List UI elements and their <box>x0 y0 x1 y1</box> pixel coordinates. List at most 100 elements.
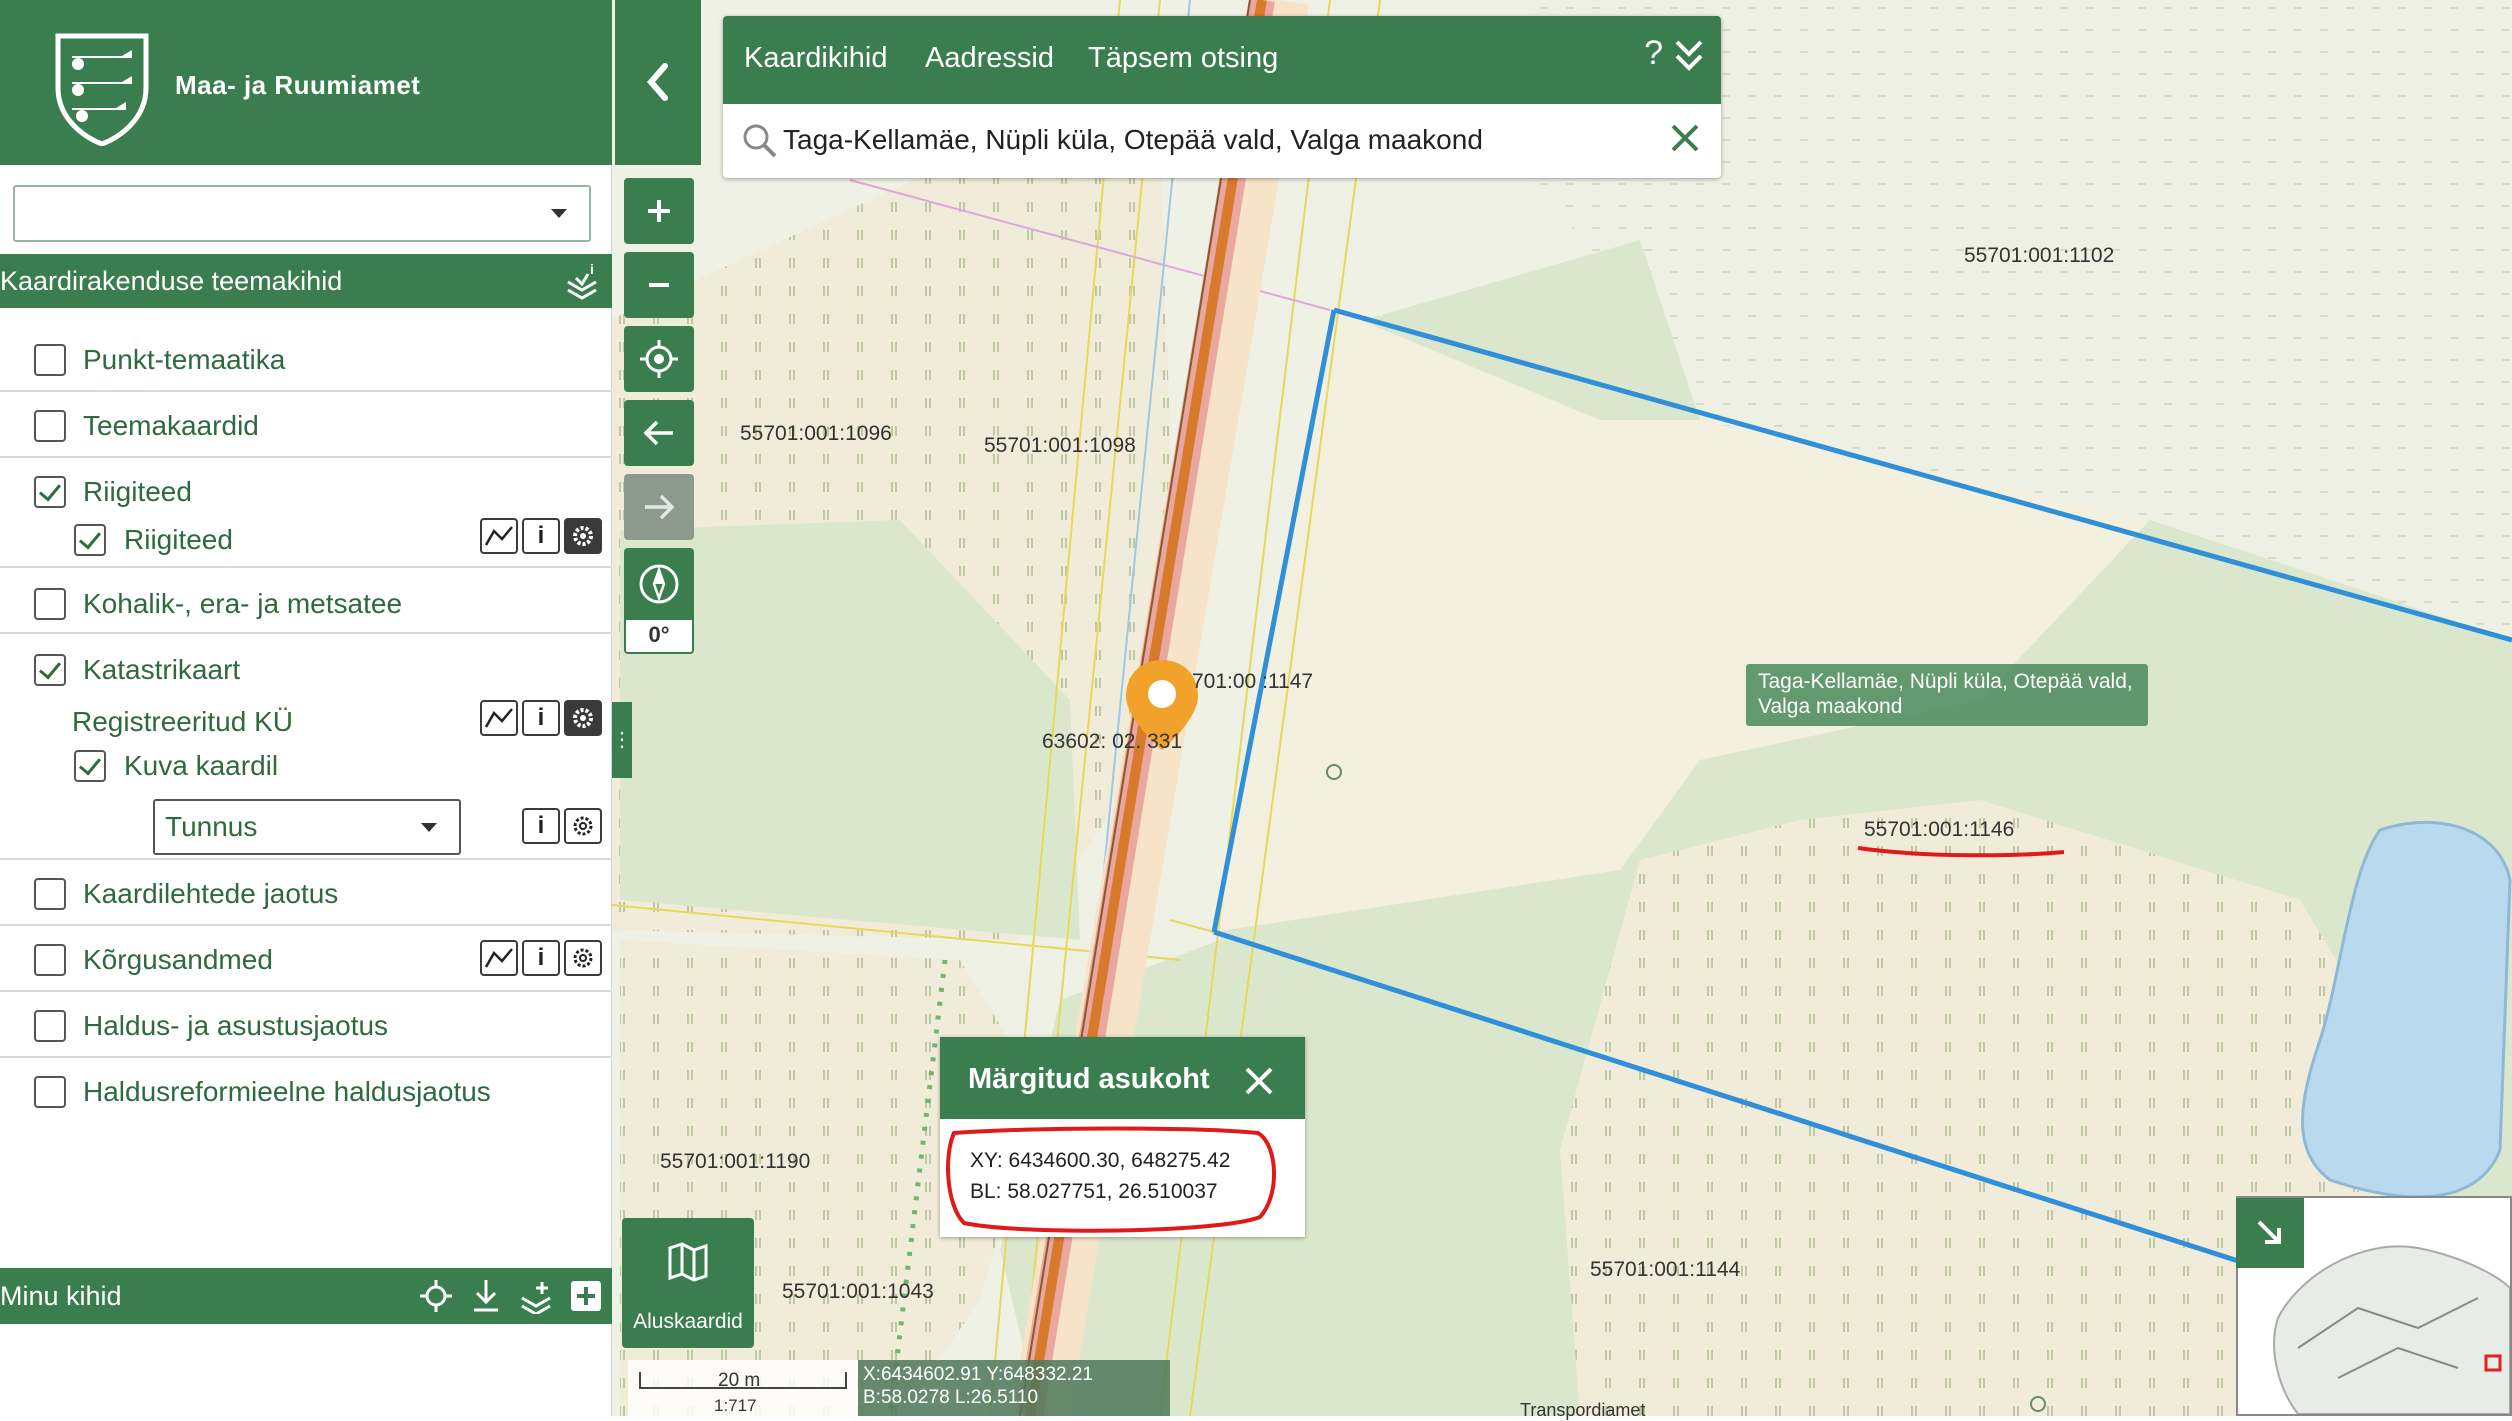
layer-row-kaardilehtede[interactable]: Kaardilehtede jaotus <box>0 860 612 926</box>
info-icon[interactable]: i <box>522 940 560 976</box>
layer-checkbox[interactable] <box>34 654 66 686</box>
parcel-label: 55701:001:1098 <box>984 434 1136 457</box>
rotation-readout: 0° <box>624 620 694 654</box>
layer-checkbox[interactable] <box>34 410 66 442</box>
info-icon[interactable]: i <box>522 808 560 844</box>
layer-row-riigiteed[interactable]: Riigiteed Riigiteed i <box>0 458 612 568</box>
layer-label: Punkt-temaatika <box>83 344 286 375</box>
theme-layers-header[interactable]: Kaardirakenduse teemakihid i <box>0 254 612 308</box>
parcel-label: 55701:001:1043 <box>782 1280 934 1303</box>
my-layers-header[interactable]: Minu kihid <box>0 1268 612 1324</box>
parcel-label: 55701:001:1190 <box>660 1150 811 1173</box>
label-attribute-select[interactable]: Tunnus <box>153 799 461 855</box>
locate-icon[interactable] <box>414 1274 458 1318</box>
add-icon[interactable] <box>564 1274 608 1318</box>
layer-checkbox[interactable] <box>34 344 66 376</box>
double-chevron-down-icon[interactable] <box>1671 36 1707 76</box>
layer-checkbox[interactable] <box>34 878 66 910</box>
gear-icon[interactable] <box>564 700 602 736</box>
info-icon[interactable]: i <box>522 700 560 736</box>
previous-view-button[interactable] <box>624 400 694 466</box>
scale-ratio: 1:717 <box>714 1396 757 1415</box>
parcel-label: 55701:001:1146 <box>1864 818 2015 841</box>
chevron-down-icon <box>421 823 437 832</box>
collapse-panel-button[interactable] <box>615 0 701 165</box>
layer-row-teemakaardid[interactable]: Teemakaardid <box>0 392 612 458</box>
layer-checkbox[interactable] <box>34 1076 66 1108</box>
panel-resize-handle[interactable]: ⋮ <box>612 702 632 778</box>
cursor-coordinates: X:6434602.91 Y:648332.21 B:58.0278 L:26.… <box>858 1360 1170 1416</box>
sublayer-checkbox[interactable] <box>74 750 106 782</box>
scale-distance: 20 m <box>718 1370 761 1391</box>
layer-label: Kaardilehtede jaotus <box>83 878 339 909</box>
locate-button[interactable] <box>624 326 694 392</box>
layer-checkbox[interactable] <box>34 944 66 976</box>
layer-row-punkt-temaatika[interactable]: Punkt-temaatika <box>0 326 612 392</box>
layer-checkbox[interactable] <box>34 588 66 620</box>
layer-row-kohalik[interactable]: Kohalik-, era- ja metsatee <box>0 568 612 634</box>
sublayer-label: Riigiteed <box>124 524 233 555</box>
back-icon <box>643 420 673 446</box>
sublayer-label: Registreeritud KÜ <box>72 706 293 737</box>
scale-bar: 20 m 1:717 <box>628 1360 858 1416</box>
gear-icon[interactable] <box>564 808 602 844</box>
sublayer-checkbox[interactable] <box>74 524 106 556</box>
theme-layers-title: Kaardirakenduse teemakihid <box>0 266 343 296</box>
add-layer-icon[interactable] <box>514 1274 558 1318</box>
parcel-label: 55701:001:1102 <box>1964 244 2115 267</box>
profile-icon[interactable] <box>480 518 518 554</box>
layer-label: Teemakaardid <box>83 410 259 441</box>
parcel-label: 55701:001:1096 <box>740 422 892 445</box>
profile-icon[interactable] <box>480 700 518 736</box>
tab-advanced-search[interactable]: Täpsem otsing <box>1088 42 1278 75</box>
info-icon[interactable]: i <box>522 518 560 554</box>
zoom-out-button[interactable] <box>624 252 694 318</box>
layer-checkbox[interactable] <box>34 1010 66 1042</box>
layer-label: Haldus- ja asustusjaotus <box>83 1010 389 1041</box>
gear-icon[interactable] <box>564 940 602 976</box>
layer-label: Kõrgusandmed <box>83 944 273 975</box>
zoom-out-icon <box>649 283 669 287</box>
layer-label: Kohalik-, era- ja metsatee <box>83 588 403 619</box>
compass-button[interactable] <box>624 548 694 620</box>
layers-panel: Maa- ja Ruumiamet Kaardirakenduse teemak… <box>0 0 612 1416</box>
parcel-label: 701:00 :1147 <box>1192 670 1314 693</box>
overview-toggle-button[interactable] <box>2236 1198 2304 1268</box>
locate-icon <box>640 340 678 378</box>
coat-of-arms-icon <box>55 33 149 146</box>
layer-row-haldus[interactable]: Haldus- ja asustusjaotus <box>0 992 612 1058</box>
next-view-button[interactable] <box>624 474 694 540</box>
layers-info-icon[interactable]: i <box>562 260 602 302</box>
search-icon <box>743 124 777 158</box>
my-layers-title: Minu kihid <box>0 1281 122 1311</box>
app-logo-text: Maa- ja Ruumiamet <box>175 70 421 100</box>
search-input[interactable]: Taga-Kellamäe, Nüpli küla, Otepää vald, … <box>783 124 1483 156</box>
search-tabs: Kaardikihid Aadressid Täpsem otsing ? <box>723 16 1721 104</box>
layer-label: Haldusreformieelne haldusjaotus <box>83 1076 491 1107</box>
popup-header: Märgitud asukoht <box>940 1037 1305 1119</box>
layer-row-haldusreformieelne[interactable]: Haldusreformieelne haldusjaotus <box>0 1058 612 1124</box>
profile-icon[interactable] <box>480 940 518 976</box>
close-icon[interactable] <box>1243 1065 1275 1097</box>
tab-addresses[interactable]: Aadressid <box>925 42 1054 75</box>
logo-bar: Maa- ja Ruumiamet <box>0 0 612 165</box>
layer-checkbox[interactable] <box>34 476 66 508</box>
chevron-left-icon <box>647 63 668 101</box>
profile-select[interactable] <box>13 185 591 242</box>
download-icon[interactable] <box>464 1274 508 1318</box>
svg-text:i: i <box>590 261 594 277</box>
parcel-label: 55701:001:1144 <box>1590 1258 1741 1281</box>
cursor-bl: B:58.0278 L:26.5110 <box>863 1387 1039 1408</box>
zoom-in-button[interactable] <box>624 178 694 244</box>
gear-icon[interactable] <box>564 518 602 554</box>
compass-icon <box>639 564 679 604</box>
layer-row-korgusandmed[interactable]: Kõrgusandmed i <box>0 926 612 992</box>
close-icon[interactable] <box>1665 118 1705 158</box>
help-button[interactable]: ? <box>1644 34 1663 73</box>
basemaps-button[interactable]: Aluskaardid <box>622 1218 754 1348</box>
tab-map-layers[interactable]: Kaardikihid <box>744 42 887 75</box>
map-icon <box>668 1242 708 1282</box>
popup-title: Märgitud asukoht <box>968 1063 1210 1095</box>
red-annotation-circle <box>946 1126 1277 1233</box>
basemaps-label: Aluskaardid <box>633 1310 743 1333</box>
